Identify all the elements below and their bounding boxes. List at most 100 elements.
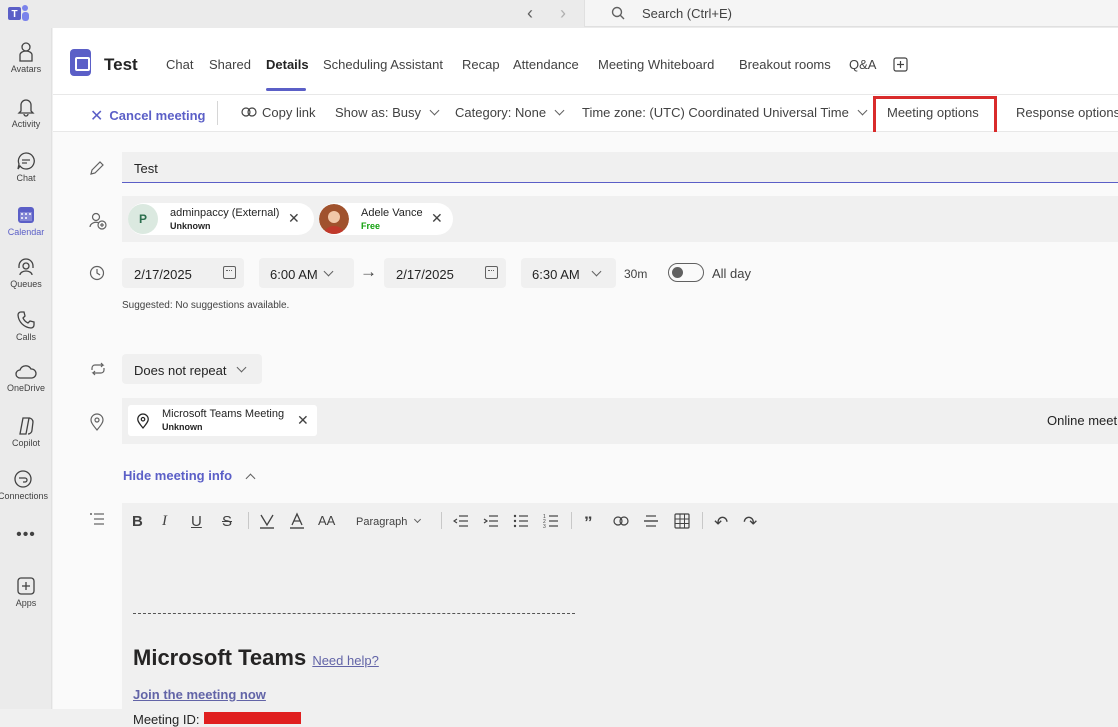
attendees-field[interactable]: P adminpaccy (External) Unknown ✕ Adele …: [122, 196, 1118, 242]
remove-attendee-icon[interactable]: ✕: [288, 210, 300, 227]
svg-text:3: 3: [543, 524, 546, 529]
active-tab-indicator: [266, 88, 306, 91]
title-field[interactable]: Test: [122, 152, 1118, 183]
italic-icon[interactable]: I: [162, 513, 167, 530]
avatar: P: [128, 204, 158, 234]
arrow-right-icon: →: [360, 262, 377, 281]
cancel-meeting-button[interactable]: ✕ Cancel meeting: [90, 105, 206, 125]
app-rail: Avatars Activity Chat Calendar Queues Ca…: [0, 28, 52, 709]
copy-link-button[interactable]: Copy link: [241, 105, 315, 120]
category-dropdown[interactable]: Category: None: [455, 105, 565, 120]
font-color-icon[interactable]: [289, 512, 305, 529]
toolbar-divider: [217, 101, 218, 125]
online-meeting-label: Online meet: [1047, 413, 1118, 428]
end-time-value: 6:30 AM: [532, 267, 580, 282]
tab-shared[interactable]: Shared: [209, 57, 251, 72]
rail-item-connections[interactable]: Connections: [0, 469, 52, 517]
cloud-icon: [15, 365, 37, 379]
tab-recap[interactable]: Recap: [462, 57, 500, 72]
bold-icon[interactable]: B: [132, 513, 143, 530]
time-zone-dropdown[interactable]: Time zone: (UTC) Coordinated Universal T…: [582, 105, 868, 120]
chevron-down-icon: [429, 105, 440, 116]
hide-meeting-info-link[interactable]: Hide meeting info: [123, 468, 256, 484]
link-icon: [241, 107, 257, 117]
rail-item-apps[interactable]: Apps: [0, 576, 52, 624]
insert-link-icon[interactable]: [613, 516, 629, 526]
tab-meeting-whiteboard[interactable]: Meeting Whiteboard: [598, 57, 714, 72]
tab-qa[interactable]: Q&A: [849, 57, 876, 72]
tab-scheduling-assistant[interactable]: Scheduling Assistant: [323, 57, 443, 72]
add-people-icon: [89, 212, 107, 230]
rail-item-calendar[interactable]: Calendar: [0, 205, 52, 253]
strikethrough-icon[interactable]: S: [222, 513, 232, 530]
location-status: Unknown: [162, 422, 203, 432]
paragraph-label: Paragraph: [356, 516, 408, 528]
remove-attendee-icon[interactable]: ✕: [431, 210, 443, 227]
more-apps-icon[interactable]: •••: [0, 526, 52, 546]
tab-details[interactable]: Details: [266, 57, 309, 72]
back-arrow-icon[interactable]: ‹: [527, 4, 533, 22]
search-icon: [611, 6, 625, 20]
decrease-indent-icon[interactable]: [453, 514, 469, 528]
response-options-button[interactable]: Response options: [1016, 105, 1118, 120]
numbered-list-icon[interactable]: 1 2 3: [543, 513, 559, 529]
tab-attendance[interactable]: Attendance: [513, 57, 579, 72]
underline-icon[interactable]: U: [191, 513, 202, 530]
table-icon[interactable]: [674, 513, 690, 529]
horizontal-line-icon[interactable]: [643, 513, 659, 529]
rail-item-calls[interactable]: Calls: [0, 310, 52, 358]
font-size-icon[interactable]: AA: [318, 513, 335, 528]
location-field[interactable]: Microsoft Teams Meeting Unknown ✕ Online…: [122, 398, 1118, 444]
meeting-description-editor[interactable]: B I U S AA Paragraph 1 2 3 ” ↶ ↷ Microso…: [122, 503, 1118, 727]
rail-item-activity[interactable]: Activity: [0, 97, 52, 145]
end-time-dropdown[interactable]: 6:30 AM: [521, 258, 616, 288]
rail-item-onedrive[interactable]: OneDrive: [0, 363, 52, 411]
bullet-list-icon[interactable]: [513, 514, 529, 528]
tab-chat[interactable]: Chat: [166, 57, 193, 72]
meeting-header: Test Chat Shared Details Scheduling Assi…: [53, 28, 1118, 94]
all-day-toggle[interactable]: [668, 263, 704, 282]
show-as-dropdown[interactable]: Show as: Busy: [335, 105, 440, 120]
teams-heading: Microsoft Teams Need help?: [133, 645, 379, 671]
rail-label: Copilot: [11, 438, 40, 448]
title-value: Test: [134, 161, 158, 176]
need-help-link[interactable]: Need help?: [312, 653, 379, 668]
separator-line: [133, 613, 575, 614]
forward-arrow-icon[interactable]: ›: [560, 4, 566, 22]
pencil-icon: [90, 161, 104, 175]
increase-indent-icon[interactable]: [483, 514, 499, 528]
redo-icon[interactable]: ↷: [743, 513, 757, 533]
teams-heading-label: Microsoft Teams: [133, 645, 307, 670]
start-date-picker[interactable]: 2/17/2025: [122, 258, 244, 288]
rail-item-copilot[interactable]: Copilot: [0, 416, 52, 464]
location-icon: [90, 413, 104, 431]
rail-item-queues[interactable]: Queues: [0, 257, 52, 305]
remove-location-icon[interactable]: ✕: [297, 412, 309, 429]
chevron-down-icon: [857, 105, 868, 116]
rail-label: Activity: [11, 119, 41, 129]
rail-label: Queues: [10, 279, 42, 289]
attendee-chip[interactable]: Adele Vance Free ✕: [319, 203, 453, 235]
search-placeholder: Search (Ctrl+E): [642, 6, 732, 21]
redaction-mark: [204, 712, 301, 724]
start-time-dropdown[interactable]: 6:00 AM: [259, 258, 354, 288]
location-chip[interactable]: Microsoft Teams Meeting Unknown ✕: [128, 405, 317, 436]
rail-item-chat[interactable]: Chat: [0, 151, 52, 199]
start-time-value: 6:00 AM: [270, 267, 318, 282]
add-tab-icon[interactable]: [893, 57, 908, 72]
rail-label: Apps: [15, 598, 37, 608]
end-date-picker[interactable]: 2/17/2025: [384, 258, 506, 288]
join-meeting-link[interactable]: Join the meeting now: [133, 687, 266, 702]
clock-icon: [89, 265, 105, 281]
paragraph-dropdown[interactable]: Paragraph: [356, 515, 422, 528]
highlighter-icon[interactable]: [259, 512, 275, 529]
search-input[interactable]: Search (Ctrl+E): [584, 0, 1118, 27]
duration-label: 30m: [624, 267, 648, 281]
quote-icon[interactable]: ”: [584, 513, 593, 533]
svg-text:T: T: [12, 9, 18, 20]
attendee-chip[interactable]: P adminpaccy (External) Unknown ✕: [128, 203, 314, 235]
tab-breakout-rooms[interactable]: Breakout rooms: [739, 57, 831, 72]
repeat-dropdown[interactable]: Does not repeat: [122, 354, 262, 384]
undo-icon[interactable]: ↶: [714, 513, 728, 533]
rail-item-avatars[interactable]: Avatars: [0, 42, 52, 90]
